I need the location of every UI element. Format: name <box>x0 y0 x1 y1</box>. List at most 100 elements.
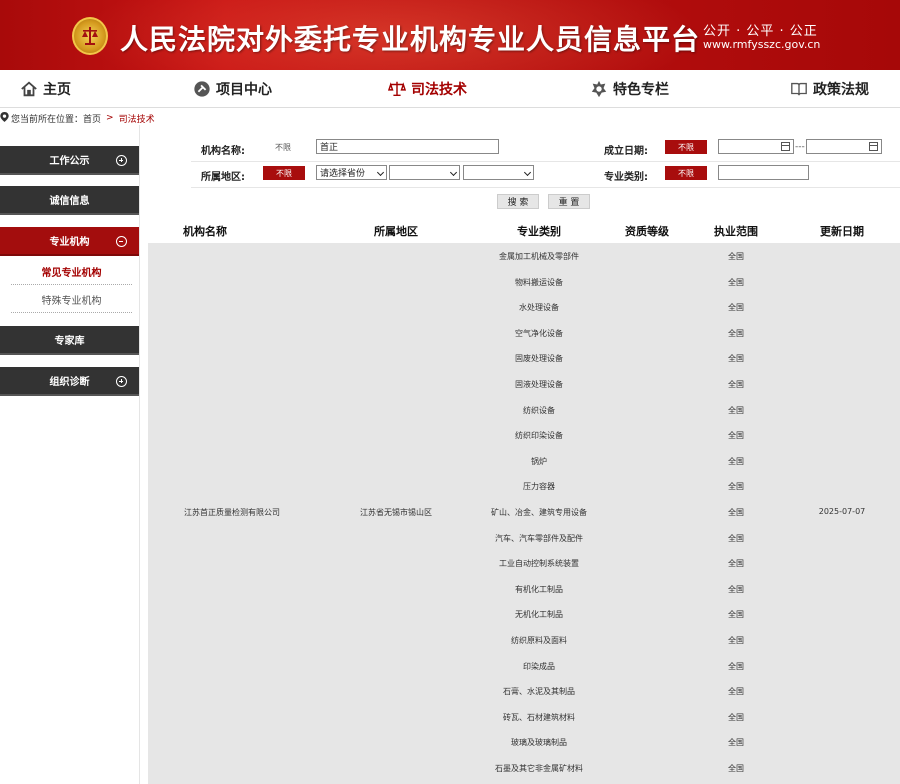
calendar-icon <box>781 142 790 151</box>
date-range-dash: --- <box>795 142 805 152</box>
breadcrumb-separator: > <box>106 113 114 123</box>
sidebar-item-expert-lib[interactable]: 专家库 <box>0 326 139 355</box>
scope-cell: 全国 <box>728 610 744 620</box>
sidebar-item-work-notice[interactable]: 工作公示 <box>0 146 139 175</box>
site-slogan: 公开 · 公平 · 公正 <box>703 24 818 39</box>
form-divider <box>191 161 900 162</box>
badge-icon <box>591 80 607 98</box>
scope-cell: 全国 <box>728 661 744 671</box>
plus-circle-icon <box>116 376 127 387</box>
location-pin-icon <box>0 111 11 125</box>
category-cell: 物料搬运设备 <box>515 277 563 287</box>
category-cell: 固液处理设备 <box>515 380 563 389</box>
founded-date-any-tag[interactable]: 不限 <box>665 140 707 154</box>
scope-cell: 全国 <box>728 533 744 543</box>
scope-cell: 全国 <box>728 456 744 466</box>
category-cell: 纺织印染设备 <box>515 431 563 441</box>
province-select[interactable]: 请选择省份 <box>316 165 387 180</box>
category-cell: 纺织原料及面料 <box>511 636 567 645</box>
category-cell: 印染成品 <box>523 661 555 671</box>
col-scope: 执业范围 <box>714 225 758 238</box>
region-cell: 江苏省无锡市锡山区 <box>360 508 432 517</box>
scope-cell: 全国 <box>728 277 744 287</box>
breadcrumb: 您当前所在位置： 首页 > 司法技术 <box>0 111 155 125</box>
scope-cell: 全国 <box>728 764 744 773</box>
category-cell: 无机化工制品 <box>515 610 563 620</box>
category-cell: 有机化工制品 <box>515 584 563 594</box>
scales-icon <box>388 81 406 97</box>
scope-cell: 全国 <box>728 738 744 748</box>
category-cell: 矿山、冶金、建筑专用设备 <box>491 508 587 517</box>
scope-cell: 全国 <box>728 431 744 441</box>
category-cell: 纺织设备 <box>523 405 555 415</box>
nav-features[interactable]: 特色专栏 <box>590 70 669 108</box>
court-emblem-icon <box>72 17 108 55</box>
search-button[interactable]: 搜 索 <box>497 194 539 209</box>
table-body: 江苏首正质量检测有限公司 江苏省无锡市锡山区 2025-07-07 金属加工机械… <box>148 243 900 784</box>
region-label: 所属地区: <box>201 172 245 183</box>
category-cell: 石膏、水泥及其制品 <box>503 687 575 697</box>
chevron-down-icon <box>449 168 458 177</box>
scope-cell: 全国 <box>728 303 744 313</box>
site-url: www.rmfysszc.gov.cn <box>703 38 821 51</box>
category-cell: 工业自动控制系统装置 <box>499 559 579 569</box>
site-banner: 人民法院对外委托专业机构专业人员信息平台 公开 · 公平 · 公正 www.rm… <box>0 0 900 70</box>
nav-policy[interactable]: 政策法规 <box>790 70 869 108</box>
category-cell: 空气净化设备 <box>515 328 563 338</box>
founded-date-label: 成立日期: <box>604 146 648 157</box>
nav-home[interactable]: 主页 <box>20 70 71 108</box>
update-date-cell: 2025-07-07 <box>818 507 866 516</box>
district-select[interactable] <box>463 165 534 180</box>
org-name-label: 机构名称: <box>201 146 245 157</box>
city-select[interactable] <box>389 165 460 180</box>
breadcrumb-current[interactable]: 司法技术 <box>119 112 155 125</box>
plus-circle-icon <box>116 155 127 166</box>
scope-cell: 全国 <box>728 584 744 594</box>
scope-cell: 全国 <box>728 354 744 364</box>
category-cell: 石墨及其它非金属矿材料 <box>495 764 583 773</box>
scope-cell: 全国 <box>728 712 744 722</box>
category-cell: 玻璃及玻璃制品 <box>511 738 567 748</box>
sidebar-item-credit-info[interactable]: 诚信信息 <box>0 186 139 215</box>
region-any-tag[interactable]: 不限 <box>263 166 305 180</box>
org-name-any-tag[interactable]: 不限 <box>275 142 291 153</box>
category-cell: 锅炉 <box>531 456 547 466</box>
book-icon <box>791 82 807 96</box>
nav-judicial-tech[interactable]: 司法技术 <box>388 70 467 108</box>
founded-date-end-input[interactable] <box>806 139 882 154</box>
breadcrumb-prefix: 您当前所在位置： <box>11 114 84 125</box>
category-cell: 汽车、汽车零部件及配件 <box>495 533 583 543</box>
col-category: 专业类别 <box>517 225 561 238</box>
nav-project-center[interactable]: 项目中心 <box>193 70 272 108</box>
sidebar-sub-common-org[interactable]: 常见专业机构 <box>11 259 132 285</box>
reset-button[interactable]: 重 置 <box>548 194 590 209</box>
col-update-date: 更新日期 <box>820 225 864 238</box>
gavel-icon <box>194 81 210 97</box>
breadcrumb-home[interactable]: 首页 <box>83 112 101 125</box>
home-icon <box>21 81 37 97</box>
scope-cell: 全国 <box>728 405 744 415</box>
minus-circle-icon <box>116 236 127 247</box>
category-cell: 水处理设备 <box>519 303 559 313</box>
scope-cell: 全国 <box>728 508 744 517</box>
main-nav: 主页 项目中心 司法技术 特色专栏 政策法规 <box>0 70 900 108</box>
col-qualification: 资质等级 <box>625 225 669 238</box>
category-cell: 压力容器 <box>523 482 555 492</box>
scope-cell: 全国 <box>728 328 744 338</box>
sidebar-item-pro-org[interactable]: 专业机构 <box>0 227 139 256</box>
col-region: 所属地区 <box>374 225 418 238</box>
sidebar-item-org-diag[interactable]: 组织诊断 <box>0 367 139 396</box>
form-divider <box>191 187 900 188</box>
founded-date-start-input[interactable] <box>718 139 794 154</box>
category-cell: 砖瓦、石材建筑材料 <box>503 712 575 722</box>
chevron-down-icon <box>523 168 532 177</box>
org-name-input[interactable] <box>316 139 499 154</box>
search-form: 机构名称: 不限 成立日期: 不限 --- 所属地区: 不限 请选择省份 专业类… <box>191 135 900 213</box>
org-name-cell[interactable]: 江苏首正质量检测有限公司 <box>184 507 280 518</box>
sidebar: 工作公示 诚信信息 专业机构 常见专业机构 特殊专业机构 专家库 组织诊断 <box>0 125 140 784</box>
results-table: 机构名称 所属地区 专业类别 资质等级 执业范围 更新日期 江苏首正质量检测有限… <box>148 213 900 784</box>
category-input[interactable] <box>718 165 809 180</box>
sidebar-sub-special-org[interactable]: 特殊专业机构 <box>11 287 132 313</box>
category-any-tag[interactable]: 不限 <box>665 166 707 180</box>
category-cell: 固废处理设备 <box>515 354 563 364</box>
